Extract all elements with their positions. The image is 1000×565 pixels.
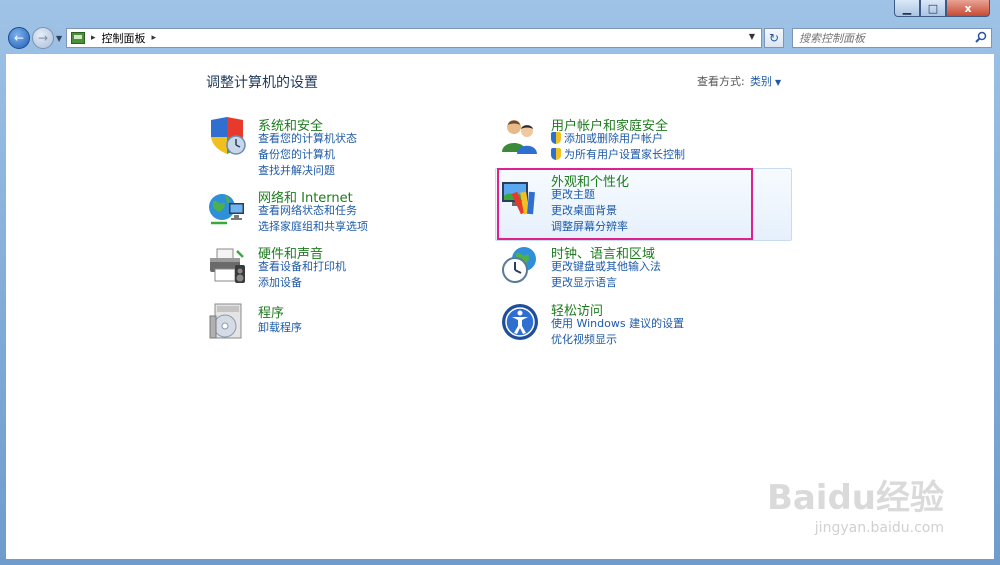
- address-dropdown-icon[interactable]: ▼: [749, 32, 755, 41]
- users-icon[interactable]: [500, 116, 540, 156]
- category-programs[interactable]: 程序: [258, 302, 284, 321]
- ease-of-access-icon[interactable]: [500, 302, 540, 342]
- link-optimize-video[interactable]: 优化视频显示: [551, 332, 617, 348]
- chevron-down-icon: ▼: [775, 78, 782, 87]
- page-title: 调整计算机的设置: [206, 75, 318, 91]
- back-button[interactable]: ←: [8, 27, 30, 49]
- title-bar: [0, 0, 1000, 22]
- link-view-computer-status[interactable]: 查看您的计算机状态: [258, 131, 357, 147]
- uac-shield-icon: [551, 132, 561, 144]
- search-input[interactable]: [797, 30, 971, 46]
- recent-pages-dropdown[interactable]: ▼: [56, 34, 62, 43]
- link-display-language[interactable]: 更改显示语言: [551, 275, 617, 291]
- link-add-device[interactable]: 添加设备: [258, 275, 302, 291]
- arrow-left-icon: ←: [13, 31, 25, 45]
- printer-speaker-icon[interactable]: [207, 247, 247, 287]
- link-change-theme[interactable]: 更改主题: [551, 187, 595, 203]
- watermark-url: jingyan.baidu.com: [814, 520, 944, 536]
- link-parental-controls[interactable]: 为所有用户设置家长控制: [551, 147, 685, 163]
- link-homegroup-sharing[interactable]: 选择家庭组和共享选项: [258, 219, 368, 235]
- link-text[interactable]: 为所有用户设置家长控制: [564, 148, 685, 161]
- search-box[interactable]: [792, 28, 992, 48]
- breadcrumb-control-panel[interactable]: 控制面板: [102, 30, 146, 46]
- breadcrumb-separator[interactable]: ▸: [91, 33, 96, 43]
- minimize-button[interactable]: ▁: [894, 0, 920, 17]
- view-by-label: 查看方式:: [697, 75, 745, 88]
- breadcrumb-separator[interactable]: ▸: [152, 33, 157, 43]
- watermark-logo: Baidu经验: [766, 478, 944, 518]
- refresh-button[interactable]: ↻: [764, 28, 784, 48]
- link-network-status[interactable]: 查看网络状态和任务: [258, 203, 357, 219]
- forward-button[interactable]: →: [32, 27, 54, 49]
- link-keyboard-input[interactable]: 更改键盘或其他输入法: [551, 259, 661, 275]
- link-screen-resolution[interactable]: 调整屏幕分辨率: [551, 219, 628, 235]
- link-devices-printers[interactable]: 查看设备和打印机: [258, 259, 346, 275]
- window-controls: ▁ □ x: [894, 0, 990, 18]
- link-backup-computer[interactable]: 备份您的计算机: [258, 147, 335, 163]
- globe-network-icon[interactable]: [207, 189, 247, 229]
- shield-clock-icon[interactable]: [207, 116, 247, 156]
- link-troubleshoot[interactable]: 查找并解决问题: [258, 163, 335, 179]
- clock-globe-icon[interactable]: [500, 245, 540, 285]
- monitor-paint-icon[interactable]: [500, 178, 540, 218]
- link-text[interactable]: 添加或删除用户帐户: [564, 132, 663, 145]
- close-button[interactable]: x: [946, 0, 990, 17]
- view-by-dropdown[interactable]: 类别 ▼: [750, 73, 781, 89]
- link-add-remove-accounts[interactable]: 添加或删除用户帐户: [551, 131, 663, 147]
- search-icon[interactable]: [975, 31, 987, 43]
- uac-shield-icon: [551, 148, 561, 160]
- link-change-background[interactable]: 更改桌面背景: [551, 203, 617, 219]
- arrow-right-icon: →: [37, 31, 49, 45]
- maximize-button[interactable]: □: [920, 0, 946, 17]
- programs-disk-icon[interactable]: [207, 302, 247, 342]
- view-by-value[interactable]: 类别: [750, 75, 772, 88]
- link-windows-recommended[interactable]: 使用 Windows 建议的设置: [551, 316, 684, 332]
- control-panel-icon: [71, 32, 85, 44]
- address-bar[interactable]: ▸ 控制面板 ▸ ▼: [66, 28, 762, 48]
- link-uninstall-program[interactable]: 卸载程序: [258, 320, 302, 336]
- refresh-icon: ↻: [768, 31, 780, 45]
